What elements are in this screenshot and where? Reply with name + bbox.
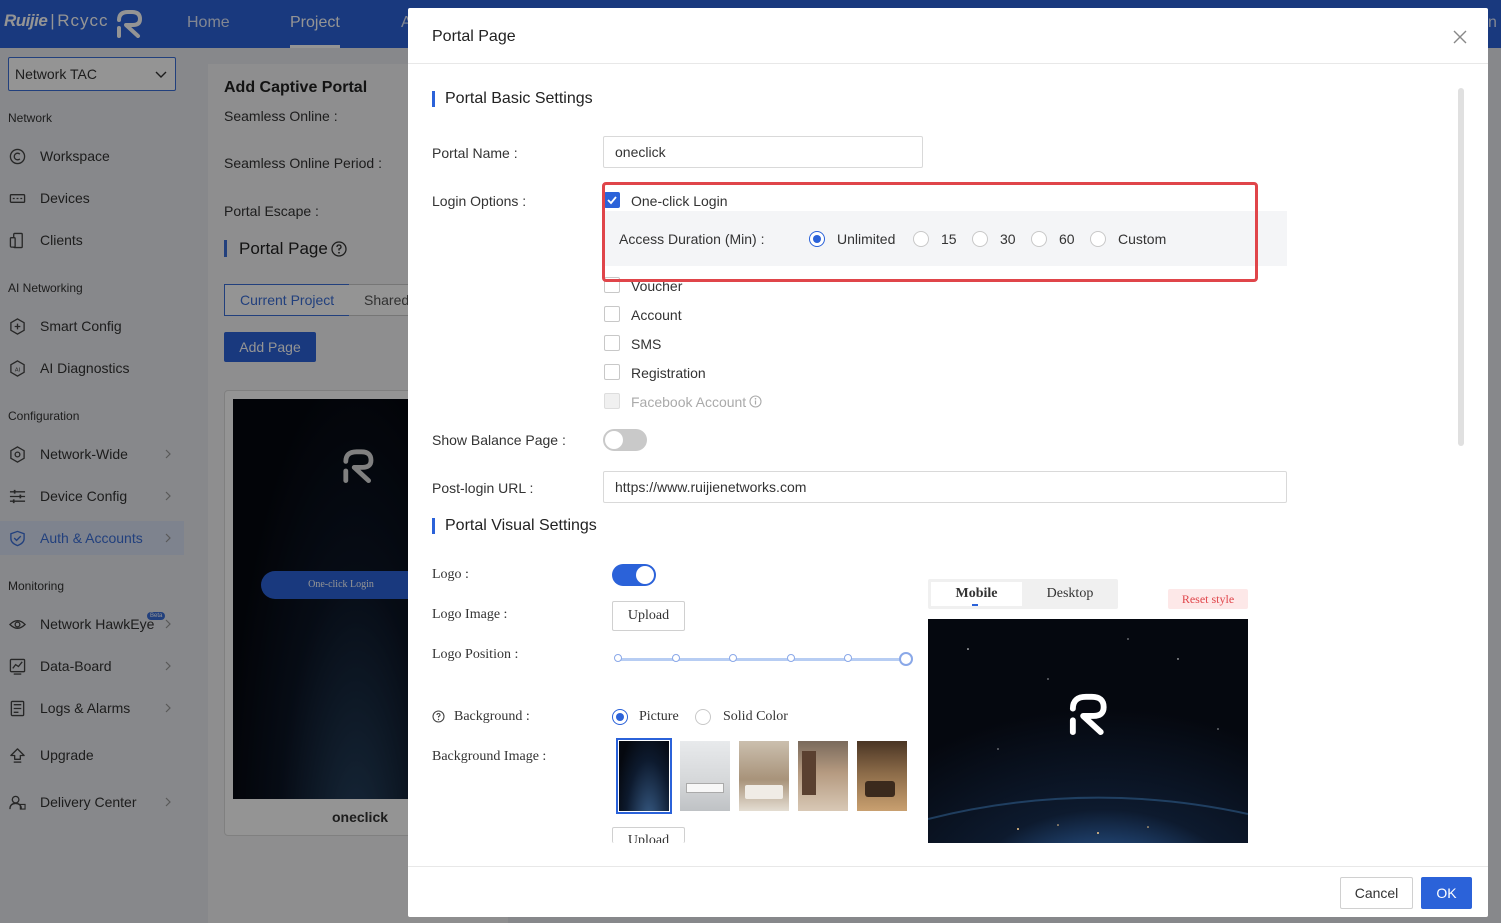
tab-mobile[interactable]: Mobile [931, 582, 1022, 606]
info-icon[interactable] [749, 395, 762, 408]
background-solid-color-label: Solid Color [723, 709, 788, 724]
portal-page-dialog: Portal Page Portal Basic Settings Portal… [408, 8, 1488, 917]
sms-label: SMS [631, 336, 662, 352]
background-picture-radio[interactable] [612, 709, 628, 725]
background-thumbnail-cafe[interactable] [798, 741, 848, 811]
scrollbar[interactable] [1458, 88, 1464, 446]
portal-name-label: Portal Name : [432, 145, 518, 161]
slider-step[interactable] [614, 654, 622, 662]
logo-image-label: Logo Image : [432, 607, 508, 622]
facebook-account-label: Facebook Account [631, 394, 747, 410]
logo-position-label: Logo Position : [432, 647, 519, 662]
dialog-title: Portal Page [432, 28, 516, 45]
background-thumbnail-restaurant[interactable] [857, 741, 907, 811]
logo-toggle[interactable] [612, 564, 656, 586]
dialog-footer-divider [408, 866, 1488, 867]
dialog-header: Portal Page [408, 8, 1488, 64]
cancel-button[interactable]: Cancel [1340, 877, 1413, 909]
basic-settings-heading: Portal Basic Settings [432, 91, 593, 107]
logo-position-slider-handle[interactable] [899, 652, 913, 666]
background-thumbnail-meeting-room[interactable] [680, 741, 730, 811]
background-upload-button[interactable]: Upload [612, 827, 685, 843]
highlight-annotation [602, 182, 1258, 282]
brand-mark-icon [1069, 693, 1107, 735]
post-login-url-input[interactable]: https://www.ruijienetworks.com [603, 471, 1287, 503]
preview-tabs: Mobile Desktop [928, 579, 1118, 609]
sms-checkbox[interactable] [604, 335, 620, 351]
registration-label: Registration [631, 365, 706, 381]
facebook-account-checkbox[interactable] [604, 393, 620, 409]
login-options-label: Login Options : [432, 193, 527, 209]
show-balance-toggle[interactable] [603, 429, 647, 451]
logo-upload-button[interactable]: Upload [612, 601, 685, 631]
portal-name-input[interactable]: oneclick [603, 136, 923, 168]
slider-step[interactable] [844, 654, 852, 662]
ok-button[interactable]: OK [1421, 877, 1472, 909]
background-picture-label: Picture [639, 709, 679, 724]
registration-checkbox[interactable] [604, 364, 620, 380]
account-checkbox[interactable] [604, 306, 620, 322]
logo-label: Logo : [432, 567, 469, 582]
close-icon[interactable] [1453, 30, 1467, 44]
slider-step[interactable] [787, 654, 795, 662]
background-image-label: Background Image : [432, 749, 547, 764]
slider-step[interactable] [729, 654, 737, 662]
post-login-url-label: Post-login URL : [432, 480, 534, 496]
background-thumbnail-hotel-room[interactable] [739, 741, 789, 811]
background-solid-color-radio[interactable] [695, 709, 711, 725]
account-label: Account [631, 307, 682, 323]
help-icon[interactable] [432, 710, 445, 723]
tab-desktop[interactable]: Desktop [1025, 582, 1115, 606]
show-balance-label: Show Balance Page : [432, 432, 566, 448]
background-thumbnail-earth[interactable] [616, 738, 672, 814]
background-label: Background : [454, 709, 530, 724]
visual-settings-heading: Portal Visual Settings [432, 518, 597, 534]
slider-step[interactable] [672, 654, 680, 662]
portal-preview [928, 619, 1248, 843]
active-tab-indicator [972, 604, 978, 606]
reset-style-button[interactable]: Reset style [1168, 589, 1248, 609]
logo-position-slider-track[interactable] [618, 658, 906, 661]
